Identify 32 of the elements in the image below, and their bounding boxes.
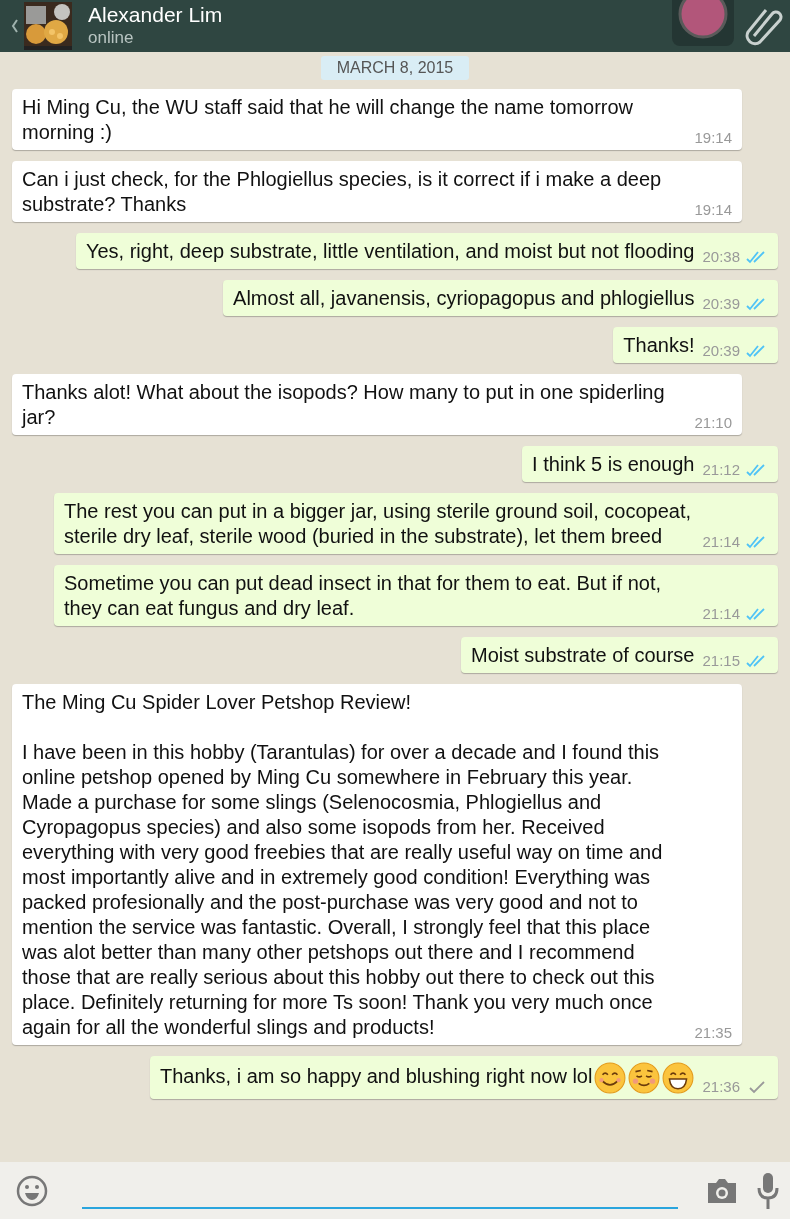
microphone-icon[interactable] [756,1171,780,1210]
message-text: Hi Ming Cu, the WU staff said that he will change the name tomorrow morning :) [22,95,634,145]
message-time: 19:14 [694,129,732,147]
message-text: Moist substrate of course [471,643,695,668]
camera-icon[interactable] [706,1176,738,1205]
message-time: 21:14 [702,533,740,551]
message-time: 21:15 [702,652,740,670]
message-text: Thanks! [623,333,695,358]
message-time: 20:39 [702,342,740,360]
message-text: Almost all, javanensis, cyriopagopus and phlogiellus [233,286,695,311]
message-text: Thanks alot! What about the isopods? How many to put in one spiderling jar? [22,380,666,430]
message-text: Sometime you can put dead insect in that for them to eat. But if not, they can eat fungus and dry leaf. [64,571,662,621]
message-time: 20:39 [702,295,740,313]
emoji-icon[interactable] [16,1174,48,1207]
date-badge: MARCH 8, 2015 [320,56,470,80]
message-text: The Ming Cu Spider Lover Petshop Review! I have been in this hobby (Tarantulas) for over a decade and I found this online petshop opened by Ming Cu somewhere in February this year. Made a purchase for some slings (Selenocosmia, Phlogiellus and Cyropagopus species) and also some isopods from her. Received everything with very good freebies that are really useful way on time and most importantly alive and in extremely good condition! Everything was packed profesionally and the post-purchase was very good and not to mention the service was fantastic. Overall, I strongly feel that this place was alot better than many other petshops out there and I recommend those that are really serious about this hobby out there to check out this place. Definitely returning for more Ts soon! Thank you very much once again for all the wonderful slings and products! [22,690,664,1040]
message-time: 20:38 [702,248,740,266]
message-time: 21:10 [694,414,732,432]
message-time: 19:14 [694,201,732,219]
contact-status: online [88,28,135,48]
message-text: Can i just check, for the Phlogiellus species, is it correct if i make a deep substrate? Thanks [22,167,663,217]
paperclip-icon[interactable] [744,6,784,46]
message-text: Thanks, i am so happy and blushing right now lol [159,1062,695,1094]
message-time: 21:12 [702,461,740,479]
message-text: I think 5 is enough [532,452,695,477]
contact-name: Alexander Lim [88,4,223,26]
message-time: 21:36 [702,1078,740,1096]
message-text: Yes, right, deep substrate, little ventilation, and moist but not flooding [85,239,695,264]
message-time: 21:35 [694,1024,732,1042]
message-time: 21:14 [702,605,740,623]
message-text: The rest you can put in a bigger jar, using sterile ground soil, cocopeat, sterile dry leaf, sterile wood (buried in the substrate), let them breed [64,499,693,549]
record-icon[interactable] [678,0,728,40]
